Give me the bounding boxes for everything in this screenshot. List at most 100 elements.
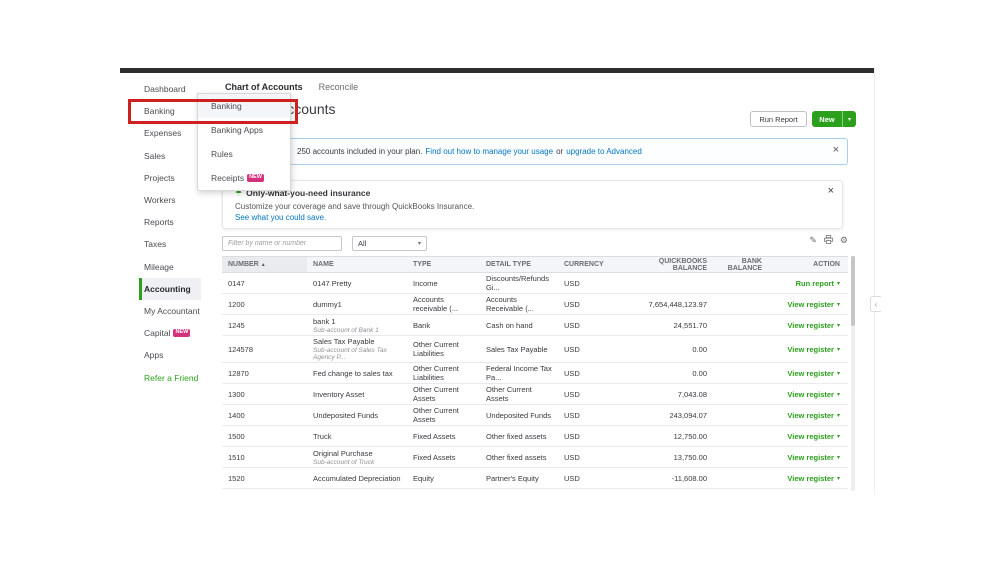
manage-usage-link[interactable]: Find out how to manage your usage <box>425 147 553 156</box>
cell-quickbooks-balance: 7,654,448,123.97 <box>648 299 707 309</box>
table-tools: ✎ ⚙ <box>796 235 848 246</box>
chevron-down-icon[interactable]: ▾ <box>837 433 840 440</box>
tab-reconcile[interactable]: Reconcile <box>319 82 359 92</box>
chevron-down-icon[interactable]: ▾ <box>837 391 840 398</box>
sidebar-item[interactable]: Refer a Friend <box>139 366 201 388</box>
tab-chart-of-accounts[interactable]: Chart of Accounts <box>225 82 303 92</box>
cell-type: Fixed Assets <box>413 452 456 462</box>
row-action-link[interactable]: View register <box>787 345 834 354</box>
scope-select[interactable]: All ▾ <box>352 236 427 251</box>
cell-number: 0147 <box>228 278 245 288</box>
menu-item-label: Rules <box>211 149 233 159</box>
collapse-panel-chevron[interactable]: ‹ <box>870 296 881 312</box>
insurance-card-link[interactable]: See what you could save. <box>235 213 830 222</box>
chevron-down-icon[interactable]: ▾ <box>837 370 840 377</box>
filter-input[interactable] <box>222 236 342 251</box>
sidebar-item[interactable]: Reports <box>139 211 201 233</box>
sidebar-item[interactable]: My Accountant <box>139 300 201 322</box>
row-action-link[interactable]: View register <box>787 474 834 483</box>
sidebar-item[interactable]: Projects <box>139 167 201 189</box>
scrollbar-thumb[interactable] <box>851 256 855 326</box>
sidebar-item[interactable]: Apps <box>139 344 201 366</box>
chevron-down-icon[interactable]: ▾ <box>837 322 840 329</box>
cell-quickbooks-balance: 0.00 <box>692 344 707 354</box>
sidebar-item[interactable]: Expenses <box>139 122 201 144</box>
column-header-name[interactable]: NAME <box>307 257 407 272</box>
column-header-currency[interactable]: CURRENCY <box>558 257 635 272</box>
chevron-down-icon[interactable]: ▾ <box>837 301 840 308</box>
cell-quickbooks-balance: 7,043.08 <box>677 389 707 399</box>
menu-item-label: Receipts <box>211 173 245 183</box>
vertical-scrollbar[interactable] <box>851 256 855 491</box>
content-tabs: Chart of Accounts Reconcile <box>225 82 358 92</box>
cell-action: View register ▾ <box>768 368 848 379</box>
scope-select-value: All <box>358 239 367 248</box>
sidebar-item-label: Banking <box>144 106 175 117</box>
banking-menu-item[interactable]: Banking Apps <box>198 118 290 142</box>
cell-number: 1520 <box>228 473 245 483</box>
cell-name: Original Purchase Sub-account of Truck <box>307 448 407 467</box>
sidebar-item-label: Expenses <box>144 128 182 139</box>
column-header-quickbooks-balance[interactable]: QUICKBOOKS BALANCE <box>635 257 713 272</box>
cell-type: Other Current Assets <box>413 406 459 424</box>
chevron-down-icon[interactable]: ▾ <box>837 280 840 287</box>
close-icon[interactable]: × <box>833 145 839 156</box>
cell-number: 1500 <box>228 431 245 441</box>
table-row: 1245 bank 1 Sub-account of Bank 1 Bank C… <box>222 315 848 336</box>
insurance-card-body: Customize your coverage and save through… <box>235 202 475 211</box>
chevron-down-icon[interactable]: ▾ <box>843 111 856 127</box>
new-button[interactable]: New ▾ <box>812 111 856 127</box>
cell-number: 124578 <box>228 344 254 354</box>
banking-menu-item[interactable]: Rules <box>198 142 290 166</box>
banking-menu-item[interactable]: Receipts NEW <box>198 166 290 190</box>
sidebar-item[interactable]: Mileage <box>139 256 201 278</box>
row-action-link[interactable]: View register <box>787 369 834 378</box>
account-name: bank 1 <box>313 316 336 326</box>
sidebar-item[interactable]: Capital NEW <box>139 322 201 344</box>
cell-detail-type: Cash on hand <box>486 320 533 330</box>
sidebar-item[interactable]: Dashboard <box>139 78 201 100</box>
chevron-down-icon[interactable]: ▾ <box>837 454 840 461</box>
sidebar-item[interactable]: Workers <box>139 189 201 211</box>
sidebar-item-label: Workers <box>144 195 176 206</box>
column-header-number[interactable]: NUMBER ▲ <box>222 257 307 272</box>
menu-item-label: Banking Apps <box>211 125 263 135</box>
chevron-down-icon[interactable]: ▾ <box>837 475 840 482</box>
sidebar-item[interactable]: Accounting <box>139 277 201 300</box>
sort-ascending-icon: ▲ <box>260 261 266 268</box>
row-action-link[interactable]: View register <box>787 453 834 462</box>
gear-icon[interactable]: ⚙ <box>840 236 848 245</box>
row-action-link[interactable]: View register <box>787 411 834 420</box>
row-action-link[interactable]: View register <box>787 300 834 309</box>
sidebar-item[interactable]: Sales <box>139 145 201 167</box>
cell-type: Income <box>413 278 438 288</box>
close-icon[interactable]: × <box>828 186 834 197</box>
cell-number: 1300 <box>228 389 245 399</box>
sidebar-item[interactable]: Taxes <box>139 233 201 255</box>
cell-quickbooks-balance <box>635 282 713 284</box>
pencil-icon[interactable]: ✎ <box>809 236 817 245</box>
printer-icon[interactable] <box>824 235 833 246</box>
chevron-down-icon[interactable]: ▾ <box>837 346 840 353</box>
column-header-bank-balance[interactable]: BANK BALANCE <box>713 257 768 272</box>
row-action-link[interactable]: View register <box>787 432 834 441</box>
row-action-link[interactable]: View register <box>787 390 834 399</box>
cell-name: bank 1 Sub-account of Bank 1 <box>307 316 407 335</box>
banking-menu-item[interactable]: Banking <box>198 94 290 118</box>
column-header-detail-type[interactable]: DETAIL TYPE <box>480 257 558 272</box>
table-row: 1400 Undeposited Funds Other Current Ass… <box>222 405 848 426</box>
sidebar-item[interactable]: Banking <box>139 100 201 122</box>
row-action-link[interactable]: View register <box>787 321 834 330</box>
cell-bank-balance <box>713 456 768 458</box>
new-button-label[interactable]: New <box>812 111 842 127</box>
insurance-card: ☂ Only-what-you-need insurance Customize… <box>222 180 843 229</box>
row-action-link[interactable]: Run report <box>796 279 834 288</box>
plan-banner-text: 250 accounts included in your plan. <box>297 147 423 156</box>
column-header-action: ACTION <box>813 261 840 268</box>
chevron-down-icon[interactable]: ▾ <box>837 412 840 419</box>
cell-action: View register ▾ <box>768 410 848 421</box>
cell-quickbooks-balance: -11,608.00 <box>671 473 707 483</box>
upgrade-advanced-link[interactable]: upgrade to Advanced <box>566 147 642 156</box>
column-header-type[interactable]: TYPE <box>407 257 480 272</box>
run-report-button[interactable]: Run Report <box>750 111 807 127</box>
